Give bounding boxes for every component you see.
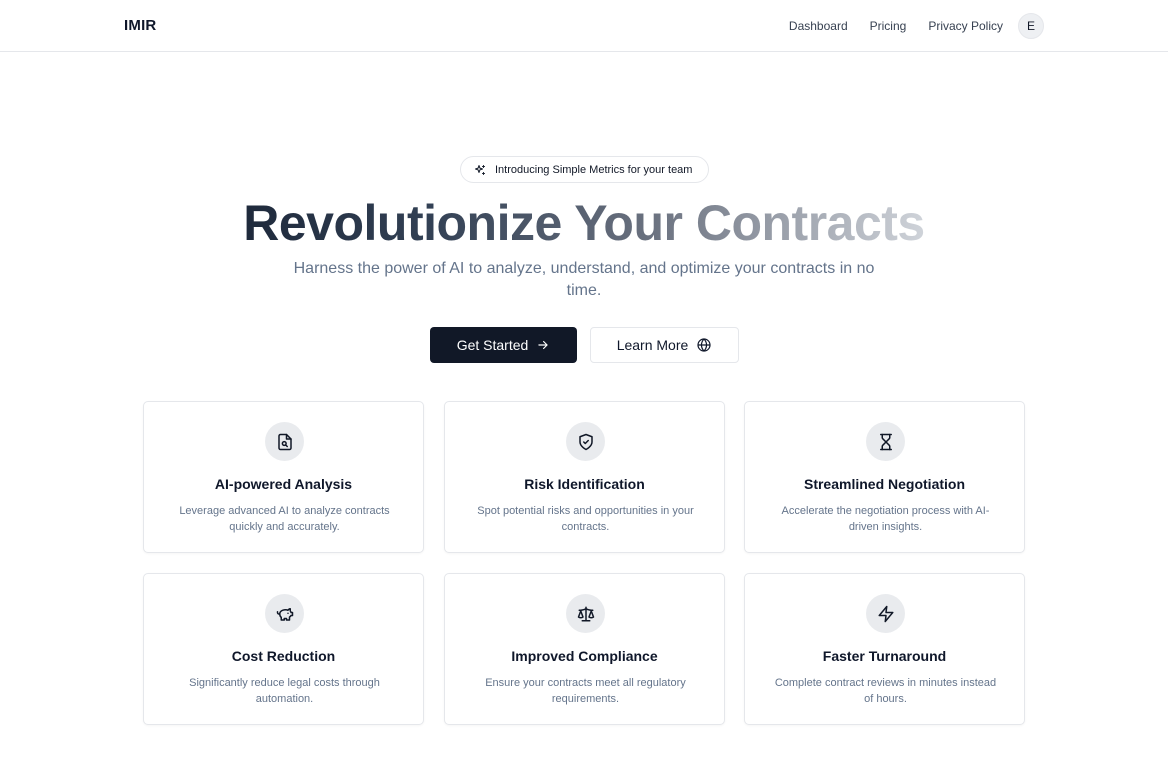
feature-icon-circle	[265, 422, 304, 461]
scale-icon	[577, 606, 594, 621]
feature-title: Faster Turnaround	[822, 648, 947, 664]
announcement-text: Introducing Simple Metrics for your team	[495, 163, 693, 176]
hero-subtitle: Harness the power of AI to analyze, unde…	[293, 260, 875, 299]
announcement-badge[interactable]: Introducing Simple Metrics for your team	[460, 156, 709, 183]
hourglass-icon	[879, 433, 892, 450]
sparkles-icon	[475, 164, 485, 175]
feature-card-streamlined-negotiation: Streamlined Negotiation Accelerate the n…	[744, 401, 1025, 553]
feature-description: Spot potential risks and opportunities i…	[477, 505, 694, 533]
feature-icon-circle	[566, 594, 605, 633]
nav-link-privacy-policy[interactable]: Privacy Policy	[928, 19, 1003, 33]
feature-card-risk-identification: Risk Identification Spot potential risks…	[444, 401, 725, 553]
user-avatar[interactable]: E	[1018, 13, 1044, 39]
learn-more-button[interactable]: Learn More	[590, 327, 739, 363]
arrow-right-icon	[538, 340, 548, 350]
learn-more-label: Learn More	[616, 337, 689, 353]
feature-description: Leverage advanced AI to analyze contract…	[179, 505, 390, 533]
nav-links: Dashboard Pricing Privacy Policy E	[767, 0, 1044, 52]
feature-card-faster-turnaround: Faster Turnaround Complete contract revi…	[744, 573, 1025, 725]
feature-title: Risk Identification	[524, 476, 645, 492]
piggy-bank-icon	[276, 607, 293, 621]
feature-title: AI-powered Analysis	[214, 476, 353, 492]
feature-icon-circle	[866, 422, 905, 461]
feature-description: Complete contract reviews in minutes ins…	[774, 677, 997, 705]
feature-title: Improved Compliance	[511, 648, 658, 664]
file-search-icon	[277, 433, 292, 450]
shield-check-icon	[578, 433, 593, 450]
globe-icon	[697, 338, 711, 352]
get-started-label: Get Started	[456, 337, 529, 353]
feature-card-improved-compliance: Improved Compliance Ensure your contract…	[444, 573, 725, 725]
nav-link-dashboard[interactable]: Dashboard	[789, 19, 848, 33]
feature-icon-circle	[566, 422, 605, 461]
feature-description: Accelerate the negotiation process with …	[781, 505, 990, 533]
top-navbar: IMIR Dashboard Pricing Privacy Policy E	[0, 0, 1168, 52]
logo[interactable]: IMIR	[124, 17, 156, 34]
feature-card-ai-analysis: AI-powered Analysis Leverage advanced AI…	[143, 401, 424, 553]
feature-icon-circle	[265, 594, 304, 633]
feature-title: Streamlined Negotiation	[803, 476, 966, 492]
feature-title: Cost Reduction	[231, 648, 336, 664]
zap-icon	[878, 605, 893, 622]
feature-description: Significantly reduce legal costs through…	[189, 677, 380, 705]
feature-card-cost-reduction: Cost Reduction Significantly reduce lega…	[143, 573, 424, 725]
feature-icon-circle	[866, 594, 905, 633]
hero-title: Revolutionize Your Contracts	[0, 194, 1168, 252]
nav-link-pricing[interactable]: Pricing	[870, 19, 907, 33]
feature-description: Ensure your contracts meet all regulator…	[485, 677, 686, 705]
hero-title-text: Revolutionize Your Contracts	[239, 195, 928, 251]
get-started-button[interactable]: Get Started	[430, 327, 577, 363]
